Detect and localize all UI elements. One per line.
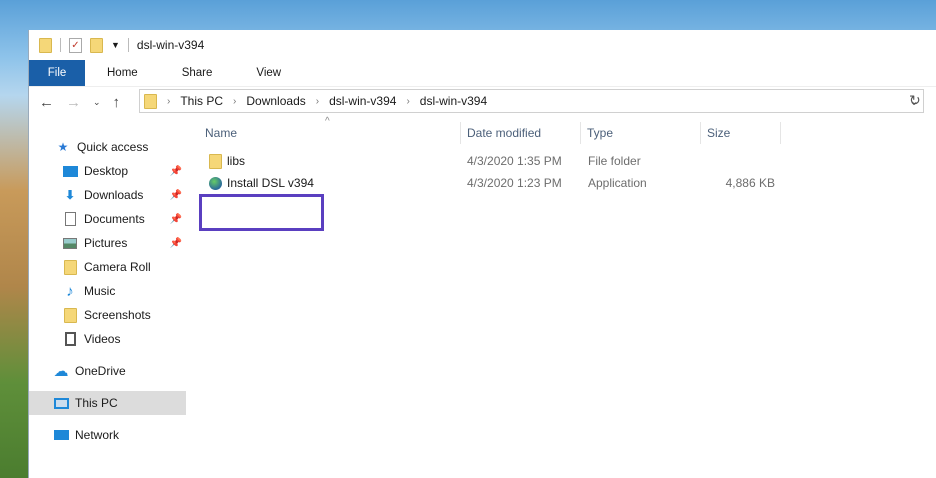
navigation-pane: ★ Quick access Desktop 📌 ⬇ Downloads 📌 Docum… bbox=[29, 130, 186, 478]
file-row[interactable]: libs 4/3/2020 1:35 PM File folder bbox=[199, 150, 799, 172]
chevron-right-icon[interactable]: › bbox=[233, 96, 236, 107]
pc-icon bbox=[53, 396, 69, 410]
star-icon: ★ bbox=[57, 140, 69, 154]
address-bar[interactable]: › This PC › Downloads › dsl-win-v394 › d… bbox=[139, 89, 924, 113]
download-icon: ⬇ bbox=[64, 188, 76, 202]
video-icon bbox=[62, 332, 78, 346]
column-header-size[interactable]: Size bbox=[701, 122, 781, 144]
customize-toolbar-dropdown[interactable]: ▼ bbox=[111, 40, 120, 50]
sidebar-item-music[interactable]: ♪ Music bbox=[29, 279, 186, 303]
ribbon-tabs: File Home Share View bbox=[29, 60, 936, 86]
sidebar-item-camera-roll[interactable]: Camera Roll bbox=[29, 255, 186, 279]
pin-icon[interactable]: 📌 bbox=[170, 190, 182, 201]
chevron-right-icon[interactable]: › bbox=[316, 96, 319, 107]
folder-icon bbox=[62, 307, 78, 323]
refresh-icon[interactable]: ↻ bbox=[909, 92, 921, 109]
sidebar-item-label: Camera Roll bbox=[84, 260, 151, 274]
desktop-icon bbox=[62, 164, 78, 178]
file-explorer-window: ✓ ▼ dsl-win-v394 File Home Share View ← … bbox=[28, 30, 936, 478]
breadcrumb-downloads[interactable]: Downloads bbox=[246, 94, 305, 108]
breadcrumb-dsl-win-v394[interactable]: dsl-win-v394 bbox=[329, 94, 396, 108]
chevron-right-icon[interactable]: › bbox=[167, 96, 170, 107]
file-list: ^ Name Date modified Type Size libs 4/3/… bbox=[199, 116, 936, 478]
sidebar-item-desktop[interactable]: Desktop 📌 bbox=[29, 159, 186, 183]
application-icon bbox=[209, 176, 222, 190]
tab-home[interactable]: Home bbox=[85, 60, 160, 86]
sidebar-item-screenshots[interactable]: Screenshots bbox=[29, 303, 186, 327]
document-icon bbox=[62, 212, 78, 226]
sidebar-item-label: This PC bbox=[75, 396, 118, 410]
chevron-right-icon[interactable]: › bbox=[406, 96, 409, 107]
separator bbox=[60, 38, 61, 52]
up-arrow-icon[interactable]: ↑ bbox=[113, 94, 121, 111]
cloud-icon: ☁ bbox=[53, 363, 69, 380]
file-date: 4/3/2020 1:23 PM bbox=[467, 176, 562, 190]
sidebar-item-label: Screenshots bbox=[84, 308, 151, 322]
sidebar-item-documents[interactable]: Documents 📌 bbox=[29, 207, 186, 231]
pictures-icon bbox=[62, 236, 78, 250]
recent-locations-chevron-icon[interactable]: ⌄ bbox=[93, 97, 101, 108]
sidebar-item-network[interactable]: Network bbox=[29, 423, 186, 447]
sidebar-item-label: Downloads bbox=[84, 188, 144, 202]
title-bar: ✓ ▼ dsl-win-v394 bbox=[29, 30, 936, 60]
file-date: 4/3/2020 1:35 PM bbox=[467, 154, 562, 168]
folder-icon bbox=[144, 93, 157, 109]
tab-file[interactable]: File bbox=[29, 60, 85, 86]
sidebar-item-quick-access[interactable]: ★ Quick access bbox=[29, 135, 186, 159]
pin-icon[interactable]: 📌 bbox=[170, 166, 182, 177]
sidebar-item-pictures[interactable]: Pictures 📌 bbox=[29, 231, 186, 255]
file-row[interactable]: Install DSL v394 4/3/2020 1:23 PM Applic… bbox=[199, 172, 799, 194]
file-size: 4,886 KB bbox=[725, 176, 775, 190]
column-header-date-modified[interactable]: Date modified bbox=[461, 122, 581, 144]
sidebar-item-label: Quick access bbox=[77, 140, 149, 154]
sidebar-item-onedrive[interactable]: ☁ OneDrive bbox=[29, 359, 186, 383]
back-arrow-icon[interactable]: ← bbox=[39, 94, 54, 111]
tab-view[interactable]: View bbox=[234, 60, 303, 86]
column-header-type[interactable]: Type bbox=[581, 122, 701, 144]
sidebar-item-label: Desktop bbox=[84, 164, 129, 178]
sidebar-item-label: Videos bbox=[84, 332, 121, 346]
folder-icon bbox=[209, 153, 222, 169]
tab-share[interactable]: Share bbox=[160, 60, 235, 86]
file-type: Application bbox=[588, 176, 647, 190]
breadcrumb-this-pc[interactable]: This PC bbox=[180, 94, 223, 108]
file-name: libs bbox=[227, 154, 246, 168]
pin-icon[interactable]: 📌 bbox=[170, 238, 182, 249]
folder-icon[interactable] bbox=[39, 37, 52, 53]
sidebar-item-label: OneDrive bbox=[75, 364, 126, 378]
separator bbox=[127, 38, 129, 52]
folder-icon bbox=[62, 259, 78, 275]
new-folder-icon[interactable] bbox=[90, 37, 103, 53]
sidebar-item-videos[interactable]: Videos bbox=[29, 327, 186, 351]
sidebar-item-downloads[interactable]: ⬇ Downloads 📌 bbox=[29, 183, 186, 207]
highlight-box bbox=[199, 194, 324, 231]
column-header-name[interactable]: Name bbox=[199, 122, 461, 144]
network-icon bbox=[53, 428, 69, 442]
forward-arrow-icon[interactable]: → bbox=[66, 94, 81, 111]
file-type: File folder bbox=[588, 154, 641, 168]
properties-icon[interactable]: ✓ bbox=[69, 37, 82, 53]
file-name: Install DSL v394 bbox=[227, 176, 314, 190]
window-title: dsl-win-v394 bbox=[136, 38, 205, 52]
pin-icon[interactable]: 📌 bbox=[170, 214, 182, 225]
sidebar-item-label: Pictures bbox=[84, 236, 128, 250]
music-icon: ♪ bbox=[66, 282, 74, 300]
sidebar-item-this-pc[interactable]: This PC bbox=[29, 391, 186, 415]
sidebar-item-label: Music bbox=[84, 284, 116, 298]
sidebar-item-label: Documents bbox=[84, 212, 145, 226]
breadcrumb-dsl-win-v394-current[interactable]: dsl-win-v394 bbox=[420, 94, 487, 108]
sidebar-item-label: Network bbox=[75, 428, 120, 442]
